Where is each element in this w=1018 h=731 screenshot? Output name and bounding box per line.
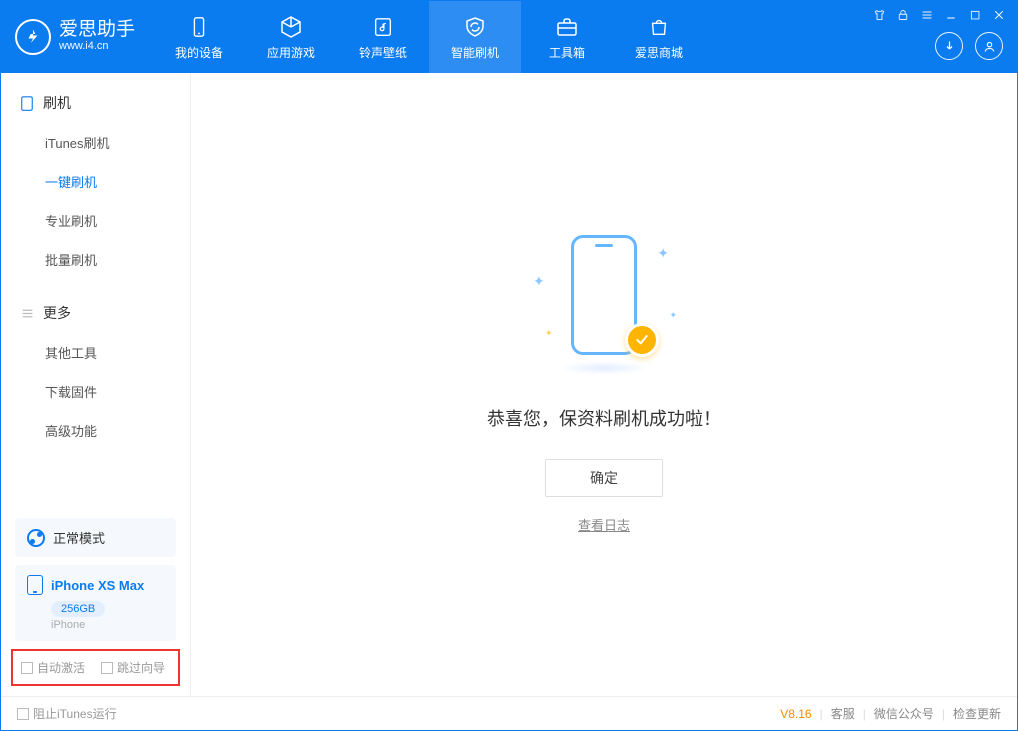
refresh-shield-icon [462, 14, 488, 40]
music-file-icon [370, 14, 396, 40]
mode-icon [27, 529, 45, 547]
device-name: iPhone XS Max [51, 578, 144, 593]
nav-ringtone-wallpaper[interactable]: 铃声壁纸 [337, 1, 429, 73]
phone-small-icon [27, 575, 43, 595]
app-name-cn: 爱思助手 [59, 20, 135, 39]
success-message: 恭喜您，保资料刷机成功啦！ [487, 405, 721, 431]
close-icon[interactable] [991, 7, 1007, 23]
version-label: V8.16 [780, 707, 811, 721]
sidebar-section-label: 更多 [43, 303, 71, 323]
bag-icon [646, 14, 672, 40]
options-highlight-box: 自动激活 跳过向导 [11, 649, 180, 686]
checkmark-badge-icon [625, 323, 659, 357]
phone-icon [19, 95, 35, 111]
briefcase-icon [554, 14, 580, 40]
sidebar-item-other-tools[interactable]: 其他工具 [1, 333, 190, 372]
sidebar: 刷机 iTunes刷机 一键刷机 专业刷机 批量刷机 更多 其他工具 下载固件 … [1, 73, 191, 696]
window-controls [871, 7, 1007, 23]
nav-smart-flash[interactable]: 智能刷机 [429, 1, 521, 73]
mode-label: 正常模式 [53, 528, 105, 547]
nav-store[interactable]: 爱思商城 [613, 1, 705, 73]
checkbox-block-itunes[interactable]: 阻止iTunes运行 [17, 705, 117, 722]
user-button[interactable] [975, 32, 1003, 60]
checkbox-label: 跳过向导 [117, 659, 165, 676]
ok-button[interactable]: 确定 [545, 459, 663, 497]
sidebar-item-itunes-flash[interactable]: iTunes刷机 [1, 123, 190, 162]
checkbox-label: 自动激活 [37, 659, 85, 676]
checkbox-auto-activate[interactable]: 自动激活 [21, 659, 85, 676]
statusbar: 阻止iTunes运行 V8.16 | 客服 | 微信公众号 | 检查更新 [1, 696, 1017, 730]
footer-link-wechat[interactable]: 微信公众号 [874, 705, 934, 722]
nav-label: 爱思商城 [635, 44, 683, 61]
device-card[interactable]: iPhone XS Max 256GB iPhone [15, 565, 176, 641]
device-mode-card[interactable]: 正常模式 [15, 518, 176, 557]
app-logo: 爱思助手 www.i4.cn [1, 1, 153, 73]
nav-label: 应用游戏 [267, 44, 315, 61]
lock-icon[interactable] [895, 7, 911, 23]
footer-link-update[interactable]: 检查更新 [953, 705, 1001, 722]
device-storage-badge: 256GB [51, 601, 105, 617]
minimize-icon[interactable] [943, 7, 959, 23]
maximize-icon[interactable] [967, 7, 983, 23]
titlebar: 爱思助手 www.i4.cn 我的设备 应用游戏 铃声壁纸 智能刷机 [1, 1, 1017, 73]
footer-link-support[interactable]: 客服 [831, 705, 855, 722]
view-log-link[interactable]: 查看日志 [578, 515, 630, 534]
main-content: ✦✦✦✦ 恭喜您，保资料刷机成功啦！ 确定 查看日志 [191, 73, 1017, 696]
nav-my-device[interactable]: 我的设备 [153, 1, 245, 73]
sidebar-item-oneclick-flash[interactable]: 一键刷机 [1, 162, 190, 201]
tshirt-icon[interactable] [871, 7, 887, 23]
sidebar-item-batch-flash[interactable]: 批量刷机 [1, 240, 190, 279]
cube-icon [278, 14, 304, 40]
download-button[interactable] [935, 32, 963, 60]
device-type: iPhone [51, 619, 164, 631]
nav-label: 工具箱 [549, 44, 585, 61]
app-name-en: www.i4.cn [59, 39, 135, 53]
logo-icon [15, 19, 51, 55]
menu-icon[interactable] [919, 7, 935, 23]
nav-label: 智能刷机 [451, 44, 499, 61]
nav-label: 铃声壁纸 [359, 44, 407, 61]
device-icon [186, 14, 212, 40]
main-nav: 我的设备 应用游戏 铃声壁纸 智能刷机 工具箱 爱思商城 [153, 1, 705, 73]
nav-toolbox[interactable]: 工具箱 [521, 1, 613, 73]
sidebar-section-more: 更多 [1, 297, 190, 329]
nav-apps-games[interactable]: 应用游戏 [245, 1, 337, 73]
sidebar-item-pro-flash[interactable]: 专业刷机 [1, 201, 190, 240]
sidebar-item-download-firmware[interactable]: 下载固件 [1, 372, 190, 411]
sidebar-item-advanced[interactable]: 高级功能 [1, 411, 190, 450]
sidebar-section-flash: 刷机 [1, 87, 190, 119]
success-illustration: ✦✦✦✦ [549, 235, 659, 375]
list-icon [19, 305, 35, 321]
checkbox-skip-guide[interactable]: 跳过向导 [101, 659, 165, 676]
nav-label: 我的设备 [175, 44, 223, 61]
sidebar-section-label: 刷机 [43, 93, 71, 113]
checkbox-label: 阻止iTunes运行 [33, 705, 117, 722]
